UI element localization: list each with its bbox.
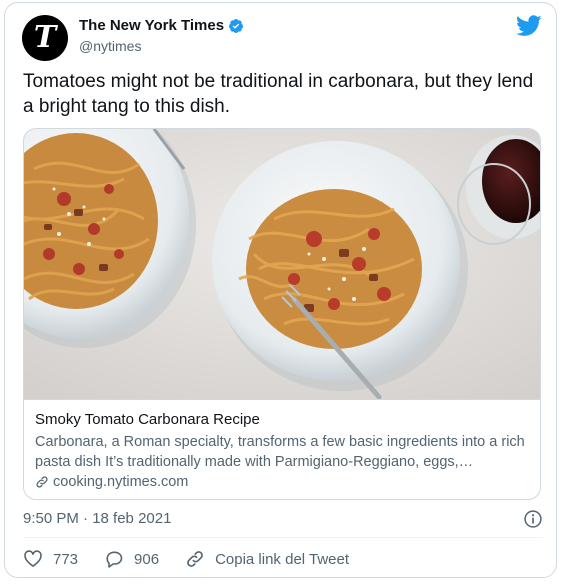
heart-icon xyxy=(24,550,42,567)
copy-link-label: Copia link del Tweet xyxy=(215,550,350,568)
avatar[interactable]: T xyxy=(22,15,68,61)
display-name[interactable]: The New York Times xyxy=(79,17,224,34)
divider xyxy=(23,537,543,538)
reply-icon xyxy=(106,551,123,568)
account-names: The New York Times @nytimes xyxy=(79,17,244,54)
link-icon xyxy=(36,476,48,488)
tweet-meta: 9:50 PM · 18 feb 2021 xyxy=(23,508,543,530)
card-body[interactable]: Smoky Tomato Carbonara Recipe Carbonara,… xyxy=(24,399,540,499)
info-icon[interactable] xyxy=(523,509,543,529)
display-name-row[interactable]: The New York Times xyxy=(79,17,244,34)
twitter-icon[interactable] xyxy=(516,15,542,37)
timestamp[interactable]: 9:50 PM · 18 feb 2021 xyxy=(23,510,171,527)
copy-link-button[interactable]: Copia link del Tweet xyxy=(185,549,349,569)
tweet-embed: T The New York Times @nytimes Tomatoes m… xyxy=(4,2,557,578)
tweet-header: T The New York Times @nytimes xyxy=(22,13,542,61)
link-card[interactable]: Smoky Tomato Carbonara Recipe Carbonara,… xyxy=(23,128,541,500)
card-link-domain[interactable]: cooking.nytimes.com xyxy=(53,472,188,492)
carbonara-photo[interactable] xyxy=(24,129,541,399)
like-count: 773 xyxy=(53,550,79,568)
account-handle[interactable]: @nytimes xyxy=(79,38,244,54)
card-link[interactable]: cooking.nytimes.com xyxy=(35,472,531,492)
reply-button[interactable]: 906 xyxy=(104,549,159,569)
avatar-glyph: T xyxy=(33,20,57,55)
action-bar: 773 906 Copia link del Tweet xyxy=(23,547,543,571)
copy-link-icon xyxy=(187,551,203,567)
card-description: Carbonara, a Roman specialty, transforms… xyxy=(35,434,525,470)
card-title[interactable]: Smoky Tomato Carbonara Recipe xyxy=(35,410,531,430)
tweet-text: Tomatoes might not be traditional in car… xyxy=(23,71,534,117)
reply-count: 906 xyxy=(134,550,160,568)
like-button[interactable]: 773 xyxy=(23,549,78,569)
verified-icon xyxy=(229,18,244,33)
